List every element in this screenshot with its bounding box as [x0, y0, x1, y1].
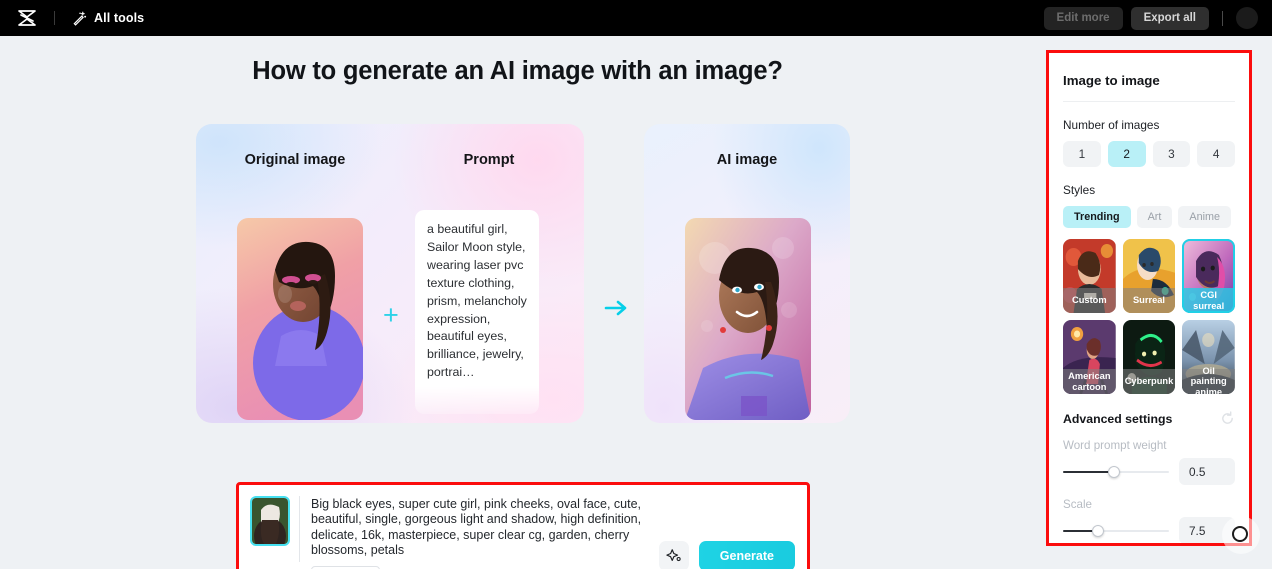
panel-title: Image to image: [1063, 73, 1160, 88]
generate-button[interactable]: Generate: [698, 541, 795, 569]
original-image-heading: Original image: [244, 152, 346, 168]
prompt-bar-text[interactable]: Big black eyes, super cute girl, pink ch…: [311, 497, 659, 558]
app-logo[interactable]: [0, 8, 54, 28]
style-thumb-custom[interactable]: Custom: [1063, 239, 1116, 313]
top-bar: All tools Edit more Export all: [0, 0, 1272, 36]
reference-image-thumbnail[interactable]: [250, 496, 290, 546]
slider-knob[interactable]: [1107, 465, 1120, 478]
style-thumb-surreal[interactable]: Surreal: [1122, 239, 1176, 313]
slider-fill: [1063, 470, 1114, 473]
ai-image-heading: AI image: [716, 152, 778, 168]
image-to-image-panel: Image to image Number of images 1 2 3 4 …: [1046, 50, 1252, 546]
style-thumb-custom-label: Custom: [1063, 288, 1116, 313]
sparkle-icon: [666, 549, 681, 562]
prompt-bar-actions: Generate: [658, 541, 797, 569]
style-tab-art[interactable]: Art: [1136, 206, 1173, 228]
topbar-divider: [54, 11, 55, 25]
style-thumb-cgi-surreal[interactable]: CGI surreal: [1182, 239, 1235, 313]
word-prompt-weight-slider[interactable]: [1063, 464, 1169, 480]
magic-wand-icon: [73, 11, 87, 26]
plus-icon: +: [383, 300, 399, 330]
prompt-input-bar[interactable]: Big black eyes, super cute girl, pink ch…: [236, 482, 810, 569]
styles-label: Styles: [1063, 183, 1096, 197]
prompt-text-box: a beautiful girl, Sailor Moon style, wea…: [415, 210, 539, 414]
prompt-bar-divider: [299, 496, 300, 562]
topbar-divider-2: [1222, 10, 1223, 26]
style-thumb-oil-painting-anime[interactable]: Oil painting anime: [1182, 320, 1235, 394]
original-image-column: Original image: [196, 124, 394, 423]
ai-image-photo: [685, 218, 811, 420]
circle-cursor-icon: [1232, 526, 1248, 542]
scale-slider[interactable]: [1063, 523, 1169, 539]
advanced-settings-header: Advanced settings: [1063, 394, 1235, 426]
scale-row: 7.5: [1063, 517, 1235, 543]
style-thumb-american-cartoon[interactable]: American cartoon: [1063, 320, 1116, 394]
slider-knob[interactable]: [1091, 524, 1104, 537]
capcut-logo-icon: [18, 10, 36, 26]
style-tab-trending[interactable]: Trending: [1063, 206, 1131, 228]
thumbnail-illustration: [252, 498, 288, 544]
all-tools-button[interactable]: All tools: [72, 11, 144, 26]
topbar-actions: Edit more Export all: [1043, 6, 1272, 30]
style-tab-anime[interactable]: Anime: [1178, 206, 1231, 228]
panel-inner: Image to image Number of images 1 2 3 4 …: [1049, 53, 1249, 543]
style-thumbnail-grid: Custom Surreal CGI surreal American cart…: [1063, 239, 1235, 394]
style-thumb-oil-painting-anime-label: Oil painting anime: [1182, 366, 1235, 394]
reset-circular-arrow-icon[interactable]: [1220, 411, 1235, 426]
prompt-column: Prompt a beautiful girl, Sailor Moon sty…: [394, 124, 584, 423]
style-thumb-cyberpunk[interactable]: Cyberpunk: [1122, 320, 1176, 394]
original-image-photo: [237, 218, 363, 420]
original-portrait-illustration: [237, 218, 363, 420]
number-option-4[interactable]: 4: [1197, 141, 1235, 167]
style-thumb-cyberpunk-label: Cyberpunk: [1122, 369, 1176, 394]
style-thumb-surreal-label: Surreal: [1122, 288, 1176, 313]
avatar[interactable]: [1236, 7, 1258, 29]
word-prompt-weight-row: 0.5: [1063, 458, 1235, 485]
prompt-bar-body: Big black eyes, super cute girl, pink ch…: [311, 496, 659, 569]
word-prompt-weight-value[interactable]: 0.5: [1179, 458, 1235, 485]
all-tools-label: All tools: [94, 11, 145, 25]
ai-portrait-illustration: [685, 218, 811, 420]
page-title: How to generate an AI image with an imag…: [252, 57, 783, 85]
ai-image-card: AI image: [644, 124, 850, 423]
style-thumb-american-cartoon-label: American cartoon: [1063, 369, 1116, 394]
number-option-2[interactable]: 2: [1107, 141, 1146, 167]
main-canvas: How to generate an AI image with an imag…: [0, 36, 1035, 569]
number-option-3[interactable]: 3: [1152, 141, 1191, 167]
app-root: All tools Edit more Export all How to ge…: [0, 0, 1272, 569]
sparkle-button[interactable]: [658, 541, 689, 569]
number-of-images-group: 1 2 3 4: [1063, 141, 1235, 167]
number-option-1[interactable]: 1: [1063, 141, 1101, 167]
arrow-right-icon: [604, 300, 627, 316]
number-of-images-label: Number of images: [1063, 118, 1160, 132]
style-thumb-cgi-surreal-label: CGI surreal: [1182, 288, 1235, 313]
scale-label: Scale: [1063, 498, 1093, 511]
advanced-settings-title: Advanced settings: [1063, 411, 1173, 426]
edit-more-button[interactable]: Edit more: [1043, 6, 1123, 30]
prompt-heading: Prompt: [463, 152, 515, 168]
original-and-prompt-card: Original image Prompt a beautiful girl, …: [196, 124, 584, 423]
word-prompt-weight-label: Word prompt weight: [1063, 439, 1167, 452]
export-all-button[interactable]: Export all: [1130, 6, 1209, 30]
style-tabs: Trending Art Anime: [1063, 206, 1235, 228]
